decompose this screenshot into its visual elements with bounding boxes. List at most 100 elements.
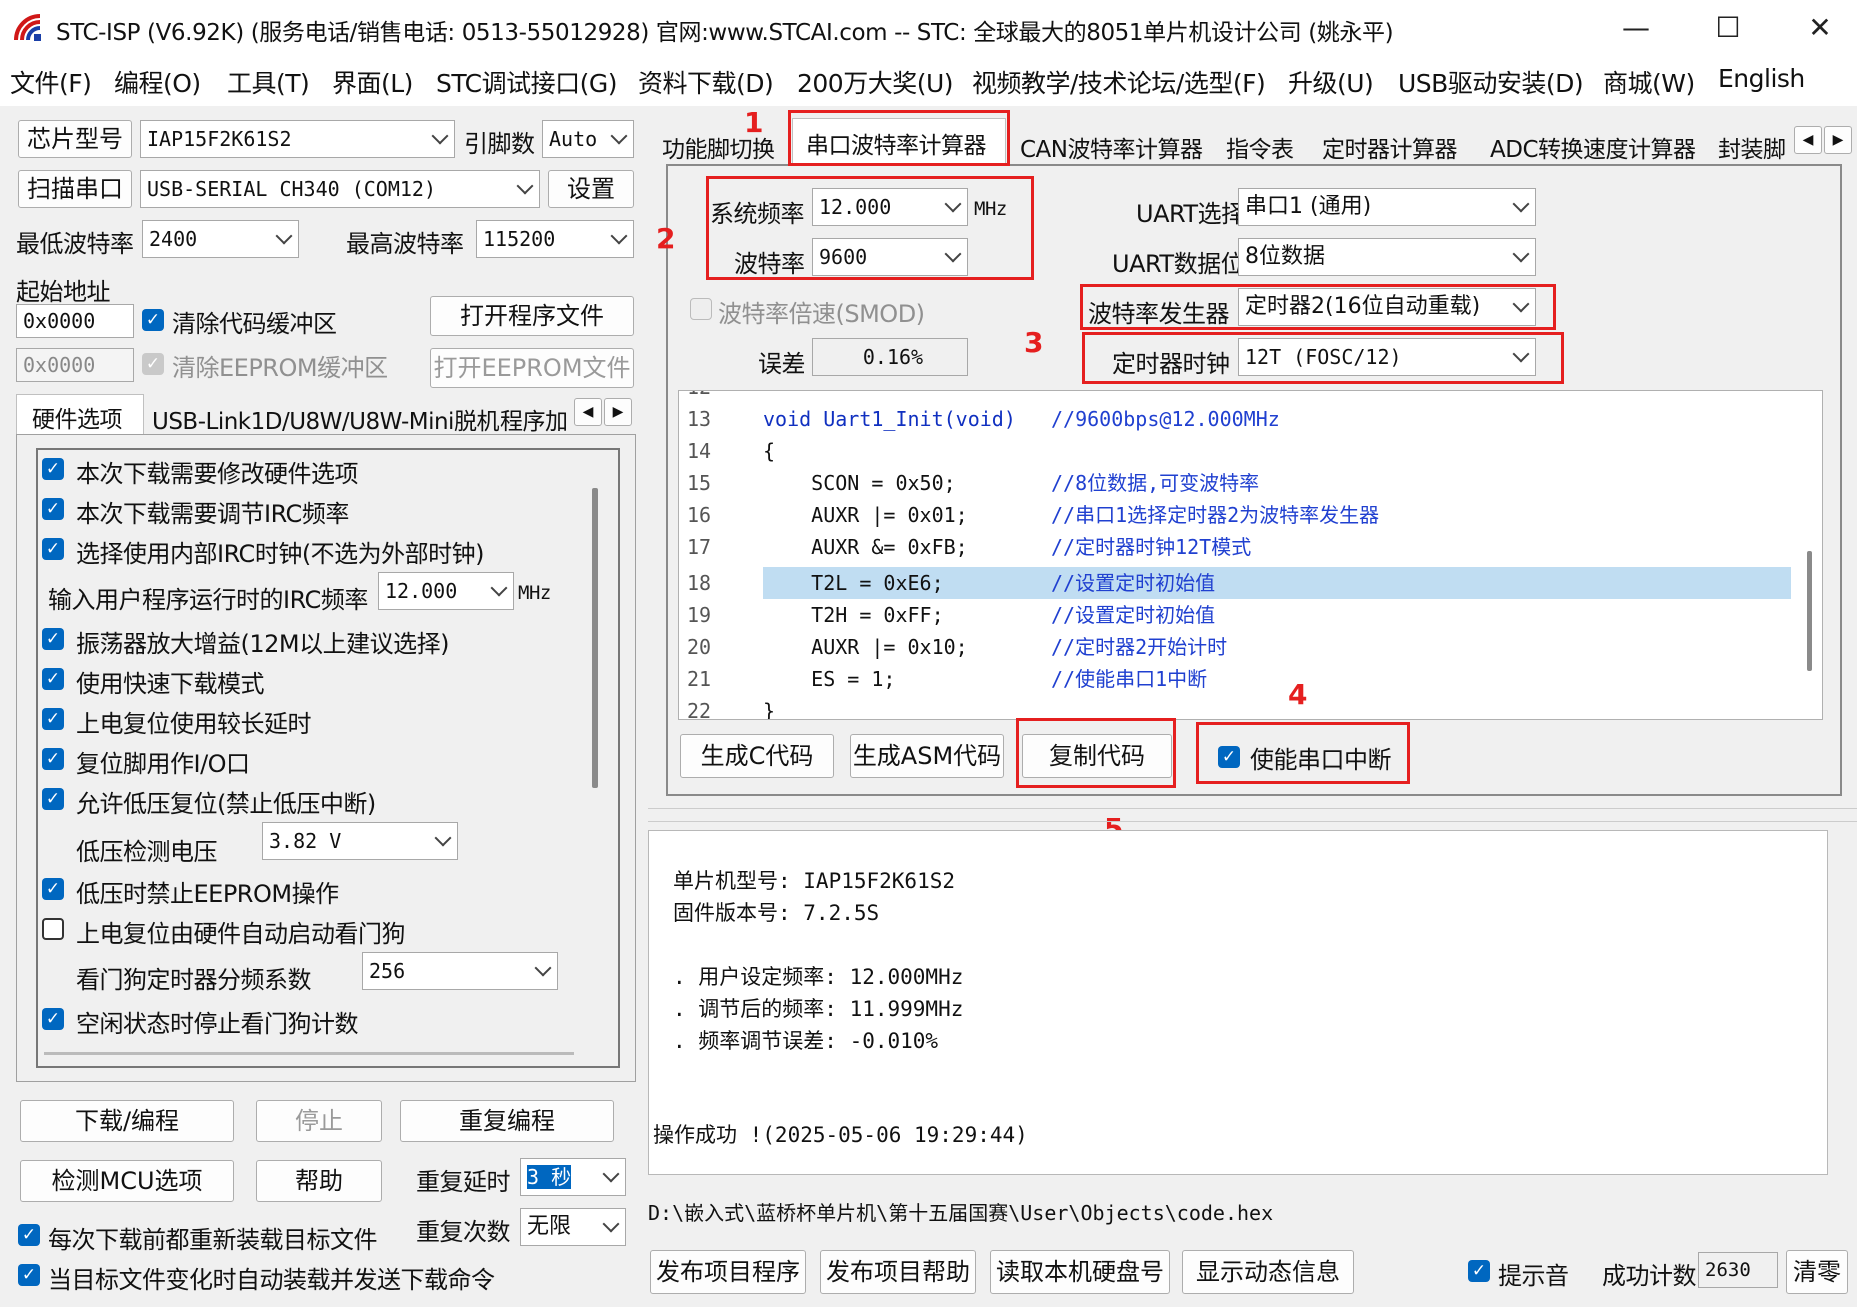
clear-eeprom-label: 清除EEPROM缓冲区 (172, 354, 388, 382)
option-reset-io-checkbox[interactable]: ✓ (42, 748, 64, 770)
max-baud-select[interactable]: 115200 (476, 220, 634, 258)
clear-count-button[interactable]: 清零 (1786, 1250, 1848, 1294)
menu-usb-driver[interactable]: USB驱动安装(D) (1398, 64, 1584, 100)
annotation-box-1 (788, 110, 1010, 166)
maximize-button[interactable]: ☐ (1682, 0, 1774, 58)
annotation-box-3b (1082, 332, 1564, 384)
annotation-number-4: 4 (1288, 678, 1308, 711)
right-tab-scroll-right-icon[interactable]: ▶ (1824, 126, 1852, 154)
option-osc-gain-checkbox[interactable]: ✓ (42, 628, 64, 650)
option-adjust-irc-checkbox[interactable]: ✓ (42, 498, 64, 520)
output-log[interactable]: 单片机型号: IAP15F2K61S2 固件版本号: 7.2.5S . 用户设定… (648, 830, 1828, 1175)
eeprom-address-input[interactable]: 0x0000 (16, 348, 134, 382)
tab-timer-calc[interactable]: 定时器计算器 (1322, 130, 1458, 164)
detect-mcu-button[interactable]: 检测MCU选项 (20, 1160, 234, 1202)
menu-upgrade[interactable]: 升级(U) (1288, 64, 1374, 100)
open-program-file-button[interactable]: 打开程序文件 (430, 296, 634, 336)
watchdog-divider-select[interactable]: 256 (362, 952, 558, 990)
pins-select[interactable]: Auto (542, 120, 634, 158)
option-disable-eeprom-checkbox[interactable]: ✓ (42, 878, 64, 900)
right-tab-scroll-left-icon[interactable]: ◀ (1794, 126, 1822, 154)
menu-interface[interactable]: 界面(L) (332, 64, 413, 100)
tab-hardware[interactable]: 硬件选项 (32, 400, 123, 434)
option-long-delay-checkbox[interactable]: ✓ (42, 708, 64, 730)
panel-splitter[interactable] (648, 808, 1857, 822)
option-idle-watchdog-label: 空闲状态时停止看门狗计数 (76, 1010, 359, 1038)
menu-debug[interactable]: STC调试接口(G) (436, 64, 618, 100)
menu-shop[interactable]: 商城(W) (1603, 64, 1695, 100)
menu-prize[interactable]: 200万大奖(U) (797, 64, 954, 100)
repeat-program-button[interactable]: 重复编程 (400, 1100, 614, 1142)
tab-scroll-right-icon[interactable]: ▶ (604, 398, 632, 426)
repeat-delay-select[interactable]: 3 秒 (520, 1158, 626, 1196)
log-line: . 调节后的频率: 11.999MHz (673, 997, 964, 1021)
publish-program-button[interactable]: 发布项目程序 (650, 1250, 806, 1294)
generate-c-button[interactable]: 生成C代码 (680, 734, 834, 778)
annotation-number-2: 2 (656, 222, 676, 255)
tab-usb-link[interactable]: USB-Link1D/U8W/U8W-Mini脱机 (152, 402, 499, 436)
code-scrollbar[interactable] (1807, 551, 1812, 671)
max-baud-label: 最高波特率 (346, 230, 464, 258)
code-line: 21 ES = 1;//使能串口1中断 (687, 667, 1208, 691)
option-fast-download-checkbox[interactable]: ✓ (42, 668, 64, 690)
option-auto-watchdog-checkbox[interactable]: ✓ (42, 918, 64, 940)
chip-model-select[interactable]: IAP15F2K61S2 (140, 120, 455, 158)
hex-file-path: D:\嵌入式\蓝桥杯单片机\第十五届国赛\User\Objects\code.h… (648, 1201, 1274, 1225)
option-fast-download-label: 使用快速下载模式 (76, 670, 265, 698)
uart-select[interactable]: 串口1 (通用) (1238, 188, 1536, 226)
menu-download[interactable]: 资料下载(D) (638, 64, 774, 100)
stop-button[interactable]: 停止 (256, 1100, 382, 1142)
tab-scroll-left-icon[interactable]: ◀ (574, 398, 602, 426)
tab-program-encrypt[interactable]: 程序加 (500, 402, 570, 436)
reload-before-download-checkbox[interactable]: ✓ (18, 1224, 40, 1246)
scan-port-button[interactable]: 扫描串口 (18, 170, 132, 208)
chevron-down-icon (610, 227, 628, 245)
option-low-voltage-reset-checkbox[interactable]: ✓ (42, 788, 64, 810)
annotation-box-3a (1080, 284, 1556, 330)
irc-frequency-select[interactable]: 12.000 (378, 572, 514, 610)
publish-help-button[interactable]: 发布项目帮助 (820, 1250, 976, 1294)
smod-checkbox[interactable] (690, 298, 712, 320)
port-select[interactable]: USB-SERIAL CH340 (COM12) (140, 170, 540, 208)
option-modify-hw-checkbox[interactable]: ✓ (42, 458, 64, 480)
option-internal-irc-checkbox[interactable]: ✓ (42, 538, 64, 560)
options-hscroll[interactable] (44, 1052, 574, 1055)
menu-tools[interactable]: 工具(T) (227, 64, 310, 100)
tab-instruction-table[interactable]: 指令表 (1226, 130, 1294, 164)
uart-select-value: 串口1 (通用) (1245, 194, 1372, 219)
menu-program[interactable]: 编程(O) (114, 64, 201, 100)
low-voltage-select[interactable]: 3.82 V (262, 822, 458, 860)
auto-download-checkbox[interactable]: ✓ (18, 1264, 40, 1286)
clear-eeprom-checkbox[interactable]: ✓ (142, 353, 164, 375)
tab-can-baud[interactable]: CAN波特率计算器 (1020, 130, 1203, 164)
help-button[interactable]: 帮助 (256, 1160, 382, 1202)
option-auto-watchdog-label: 上电复位由硬件自动启动看门狗 (76, 920, 406, 948)
menu-english[interactable]: English (1718, 64, 1805, 93)
success-count-label: 成功计数 (1602, 1262, 1697, 1290)
min-baud-select[interactable]: 2400 (142, 220, 299, 258)
open-eeprom-file-button[interactable]: 打开EEPROM文件 (430, 348, 634, 388)
chip-model-button[interactable]: 芯片型号 (18, 120, 132, 158)
generate-asm-button[interactable]: 生成ASM代码 (850, 734, 1004, 778)
download-program-button[interactable]: 下载/编程 (20, 1100, 234, 1142)
start-address-input[interactable]: 0x0000 (16, 304, 134, 338)
show-dynamic-info-button[interactable]: 显示动态信息 (1182, 1250, 1354, 1294)
port-settings-button[interactable]: 设置 (548, 170, 634, 208)
tab-package-pins[interactable]: 封装脚 (1718, 130, 1792, 164)
code-editor[interactable]: 12 13void Uart1_Init(void)//9600bps@12.0… (678, 390, 1823, 720)
clear-code-checkbox[interactable]: ✓ (142, 309, 164, 331)
close-button[interactable]: ✕ (1774, 0, 1857, 58)
beep-checkbox[interactable]: ✓ (1468, 1260, 1490, 1282)
uart-bits-select[interactable]: 8位数据 (1238, 238, 1536, 276)
smod-label: 波特率倍速(SMOD) (718, 300, 925, 328)
tab-adc-speed[interactable]: ADC转换速度计算器 (1490, 130, 1696, 164)
options-scrollbar[interactable] (592, 488, 598, 788)
watchdog-divider-label: 看门狗定时器分频系数 (76, 966, 312, 994)
option-idle-watchdog-checkbox[interactable]: ✓ (42, 1008, 64, 1030)
menu-file[interactable]: 文件(F) (10, 64, 92, 100)
repeat-count-select[interactable]: 无限 (520, 1208, 626, 1246)
menu-video[interactable]: 视频教学/技术论坛/选型(F) (972, 64, 1266, 100)
read-disk-id-button[interactable]: 读取本机硬盘号 (990, 1250, 1170, 1294)
low-voltage-label: 低压检测电压 (76, 838, 218, 866)
minimize-button[interactable]: — (1590, 0, 1682, 58)
